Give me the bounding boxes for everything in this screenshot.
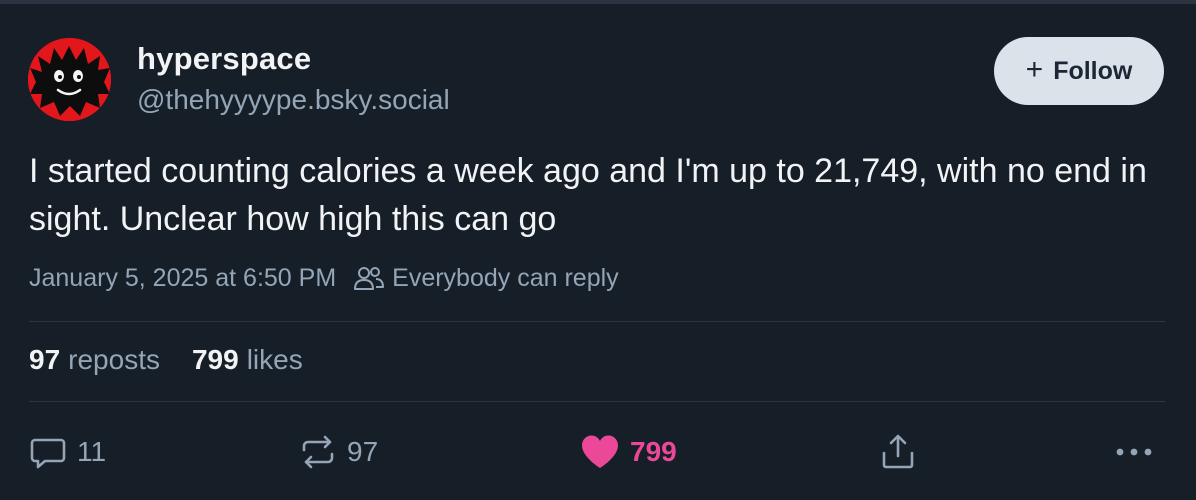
plus-icon: + [1025,52,1044,86]
more-options-button[interactable] [1114,430,1154,474]
reposts-stat[interactable]: 97 reposts [29,344,160,376]
follow-button-label: Follow [1053,56,1133,85]
people-icon [354,265,385,293]
avatar-image [28,38,111,121]
likes-stat[interactable]: 799 likes [192,344,303,376]
comment-icon [30,438,66,469]
repost-count: 97 [347,436,379,467]
reply-setting[interactable]: Everybody can reply [392,264,619,293]
post-meta: January 5, 2025 at 6:50 PM Everybody can… [29,264,619,293]
share-icon [882,434,914,469]
divider [29,321,1165,322]
follow-button[interactable]: + Follow [994,37,1164,105]
post-card: hyperspace @thehyyyype.bsky.social + Fol… [0,0,1196,500]
post-stats: 97 reposts 799 likes [29,344,303,376]
avatar[interactable] [28,38,111,121]
likes-label: likes [246,344,303,375]
post-text: I started counting calories a week ago a… [29,152,1147,238]
divider [29,401,1165,402]
more-icon [1116,448,1152,456]
post-timestamp[interactable]: January 5, 2025 at 6:50 PM [29,264,336,293]
like-button[interactable]: 799 [580,430,677,474]
share-button[interactable] [878,430,918,474]
like-count: 799 [630,436,677,467]
repost-icon [302,435,334,469]
author-handle[interactable]: @thehyyyype.bsky.social [137,84,450,116]
reply-button[interactable]: 11 [29,430,106,474]
reposts-label: reposts [68,344,160,375]
reply-count: 11 [77,436,107,467]
display-name[interactable]: hyperspace [137,41,311,77]
likes-count: 799 [191,344,239,375]
heart-icon [582,435,618,468]
repost-button[interactable]: 97 [299,430,378,474]
reposts-count: 97 [29,344,61,375]
